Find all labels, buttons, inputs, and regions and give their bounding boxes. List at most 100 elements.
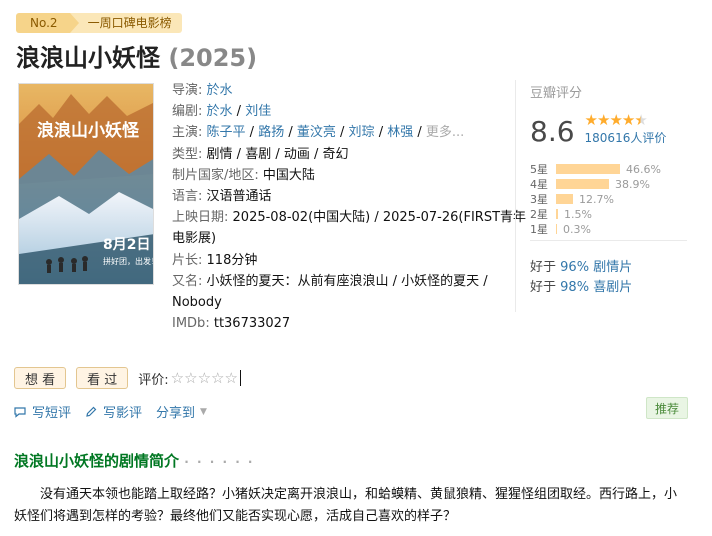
better-prefix: 好于 (530, 260, 557, 275)
cast-link[interactable]: 董汶亮 (297, 125, 336, 140)
rating-bar-row: 2星 1.5% (530, 207, 687, 222)
rank-badge[interactable]: No.2 一周口碑电影榜 (16, 13, 182, 33)
info-runtime-row: 片长: 118分钟 (172, 250, 512, 271)
info-release-row: 上映日期: 2025-08-02(中国大陆) / 2025-07-26(FIRS… (172, 207, 526, 228)
rating-bar-percent: 1.5% (564, 207, 592, 221)
rating-bar-percent: 0.3% (563, 222, 591, 236)
separator: / (374, 125, 388, 141)
better-than-row: 好于 96% 剧情片 (530, 258, 632, 278)
rating-bar (556, 224, 557, 234)
language-label: 语言: (172, 189, 203, 205)
pencil-icon (86, 406, 97, 417)
separator: / (245, 125, 259, 141)
share-dropdown[interactable]: 分享到 ▼ (156, 402, 207, 421)
rating-bar-row: 5星 46.6% (530, 162, 687, 177)
cast-label: 主演: (172, 125, 203, 141)
tools-row: 写短评 写影评 分享到 ▼ (14, 402, 221, 421)
rank-list-name[interactable]: 一周口碑电影榜 (69, 13, 182, 33)
rating-bar-row: 4星 38.9% (530, 177, 687, 192)
rating-bar-label: 4星 (530, 178, 548, 191)
chevron-down-icon: ▼ (200, 406, 207, 417)
rating-bar-percent: 12.7% (579, 192, 614, 206)
genre-label: 类型: (172, 146, 203, 162)
rating-bar-label: 3星 (530, 193, 548, 206)
write-short-review-link[interactable]: 写短评 (14, 402, 71, 421)
language-value: 汉语普通话 (206, 189, 272, 205)
director-label: 导演: (172, 83, 203, 98)
recommend-button[interactable]: 推荐 (646, 397, 688, 419)
rating-bar-label: 1星 (530, 223, 548, 236)
info-aka-row: 又名: 小妖怪的夏天：从前有座浪浪山 / 小妖怪的夏天 / (172, 271, 512, 292)
separator: / (271, 146, 284, 162)
rating-panel: 豆瓣评分 8.6 ★★★★★ 180616人评价 5星 46.6% 4星 38.9% 3… (515, 80, 687, 312)
aka-label: 又名: (172, 273, 203, 289)
genre-value: 喜剧 (245, 146, 272, 162)
better-genre-link[interactable]: 喜剧片 (593, 280, 632, 295)
better-genre-link[interactable]: 剧情片 (593, 260, 632, 275)
rate-label: 评价: (138, 372, 169, 388)
cast-link[interactable]: 路扬 (258, 125, 284, 140)
genre-value: 奇幻 (322, 146, 349, 162)
synopsis-dots: · · · · · · (184, 455, 255, 469)
rating-score: 8.6 (530, 115, 575, 148)
rating-bar-row: 3星 12.7% (530, 192, 687, 207)
poster-slogan-text: 拼好团，出发！ (103, 256, 154, 266)
interest-actions: 想 看 看 过 评价: ☆☆☆☆☆ (14, 367, 241, 389)
cast-link[interactable]: 林强 (387, 125, 413, 140)
poster-title-text: 浪浪山小妖怪 (37, 120, 140, 141)
want-to-see-button[interactable]: 想 看 (14, 367, 67, 389)
poster-image: 浪浪山小妖怪 8月2日 拼好团，出发！ (19, 84, 154, 284)
rank-number: No.2 (16, 13, 79, 33)
runtime-label: 片长: (172, 252, 203, 268)
movie-title: 浪浪山小妖怪 (16, 44, 160, 72)
writer-link[interactable]: 刘佳 (245, 104, 271, 119)
separator: / (232, 104, 246, 120)
star-icon: ★ (584, 111, 598, 129)
rating-bar (556, 209, 558, 219)
info-director-row: 导演: 於水 (172, 80, 512, 101)
better-than: 好于 96% 剧情片 好于 98% 喜剧片 (530, 258, 632, 298)
separator: / (284, 125, 297, 141)
cast-link[interactable]: 刘琮 (349, 125, 375, 140)
better-pct-link[interactable]: 96% (560, 260, 589, 275)
page-title: 浪浪山小妖怪 (2025) (16, 38, 257, 73)
director-link[interactable]: 於水 (207, 83, 233, 98)
seen-button[interactable]: 看 过 (76, 367, 129, 389)
write-short-review-label: 写短评 (32, 406, 72, 421)
comment-icon (14, 406, 26, 418)
movie-poster[interactable]: 浪浪山小妖怪 8月2日 拼好团，出发！ (18, 83, 154, 285)
poster-date-text: 8月2日 (103, 237, 150, 253)
rating-bar (556, 194, 573, 204)
rating-bar-percent: 38.9% (615, 177, 650, 191)
imdb-label: IMDb: (172, 316, 210, 332)
genre-value: 剧情 (206, 146, 233, 162)
runtime-value: 118分钟 (206, 252, 258, 268)
cast-more-link[interactable]: 更多... (426, 125, 464, 140)
info-imdb-row: IMDb: tt36733027 (172, 313, 512, 334)
info-region-row: 制片国家/地区: 中国大陆 (172, 165, 512, 186)
info-aka-row-cont: Nobody (172, 292, 512, 313)
rating-distribution: 5星 46.6% 4星 38.9% 3星 12.7% 2星 1.5% 1星 0.3% (530, 162, 687, 237)
writer-link[interactable]: 於水 (207, 104, 233, 119)
genre-value: 动画 (283, 146, 310, 162)
synopsis-title: 浪浪山小妖怪的剧情简介 (14, 452, 180, 470)
separator: / (413, 125, 426, 141)
votes-link[interactable]: 180616人评价 (585, 131, 667, 145)
info-writer-row: 编剧: 於水 / 刘佳 (172, 101, 512, 122)
cast-link[interactable]: 陈子平 (207, 125, 246, 140)
rating-bar-label: 2星 (530, 208, 548, 221)
movie-info: 导演: 於水 编剧: 於水 / 刘佳 主演: 陈子平 / 路扬 / 董汶亮 / … (172, 80, 526, 334)
writer-label: 编剧: (172, 104, 203, 120)
aka-value: 小妖怪的夏天：从前有座浪浪山 / 小妖怪的夏天 / (206, 273, 488, 289)
synopsis-heading: 浪浪山小妖怪的剧情简介 · · · · · · (14, 450, 255, 471)
write-review-link[interactable]: 写影评 (85, 402, 142, 421)
text-cursor (239, 370, 241, 386)
rating-bar-row: 1星 0.3% (530, 222, 687, 237)
rate-stars-input[interactable]: ☆☆☆☆☆ (171, 369, 238, 387)
better-pct-link[interactable]: 98% (560, 280, 589, 295)
star-icon: ★ (596, 111, 610, 129)
release-value: 2025-08-02(中国大陆) / 2025-07-26(FIRST青年 (232, 210, 527, 226)
rating-stars-block: ★★★★★ 180616人评价 (585, 111, 667, 146)
write-review-label: 写影评 (103, 406, 143, 421)
synopsis-text: 没有通天本领也能踏上取经路？小猪妖决定离开浪浪山，和蛤蟆精、黄鼠狼精、猩猩怪组团… (14, 487, 678, 524)
